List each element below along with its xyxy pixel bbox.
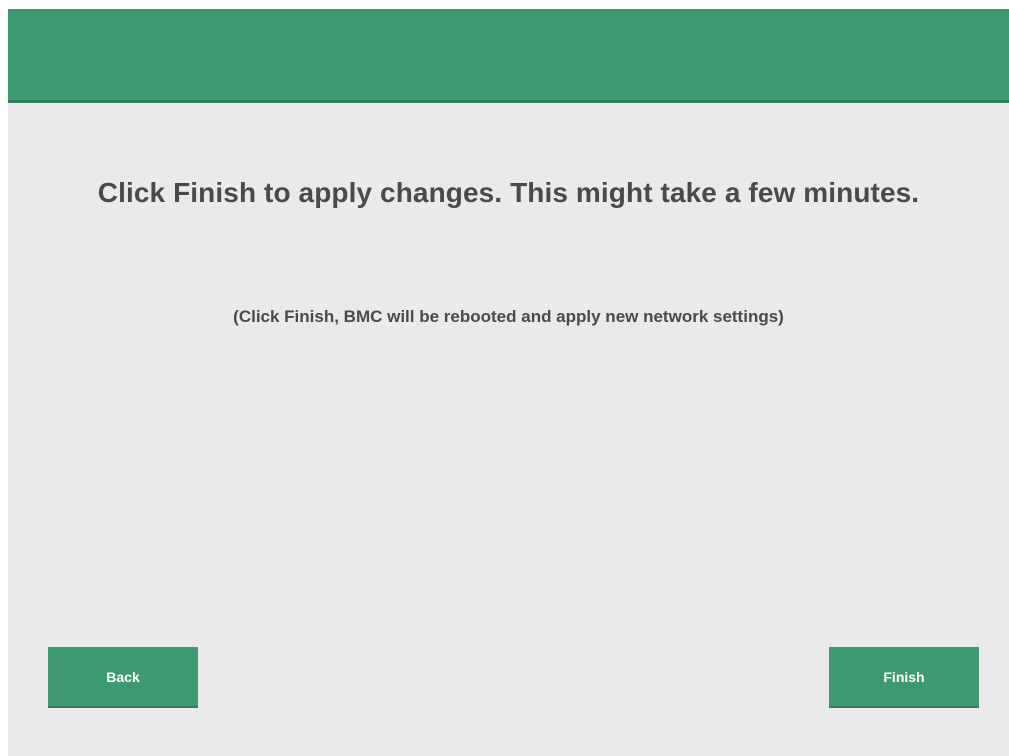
page-subtitle: (Click Finish, BMC will be rebooted and … [233,307,784,326]
wizard-page: Click Finish to apply changes. This migh… [0,0,1009,756]
wizard-panel: Click Finish to apply changes. This migh… [8,9,1009,756]
page-title: Click Finish to apply changes. This migh… [97,177,920,208]
header-bar [8,9,1009,103]
back-button[interactable]: Back [48,647,198,708]
finish-button[interactable]: Finish [829,647,979,708]
